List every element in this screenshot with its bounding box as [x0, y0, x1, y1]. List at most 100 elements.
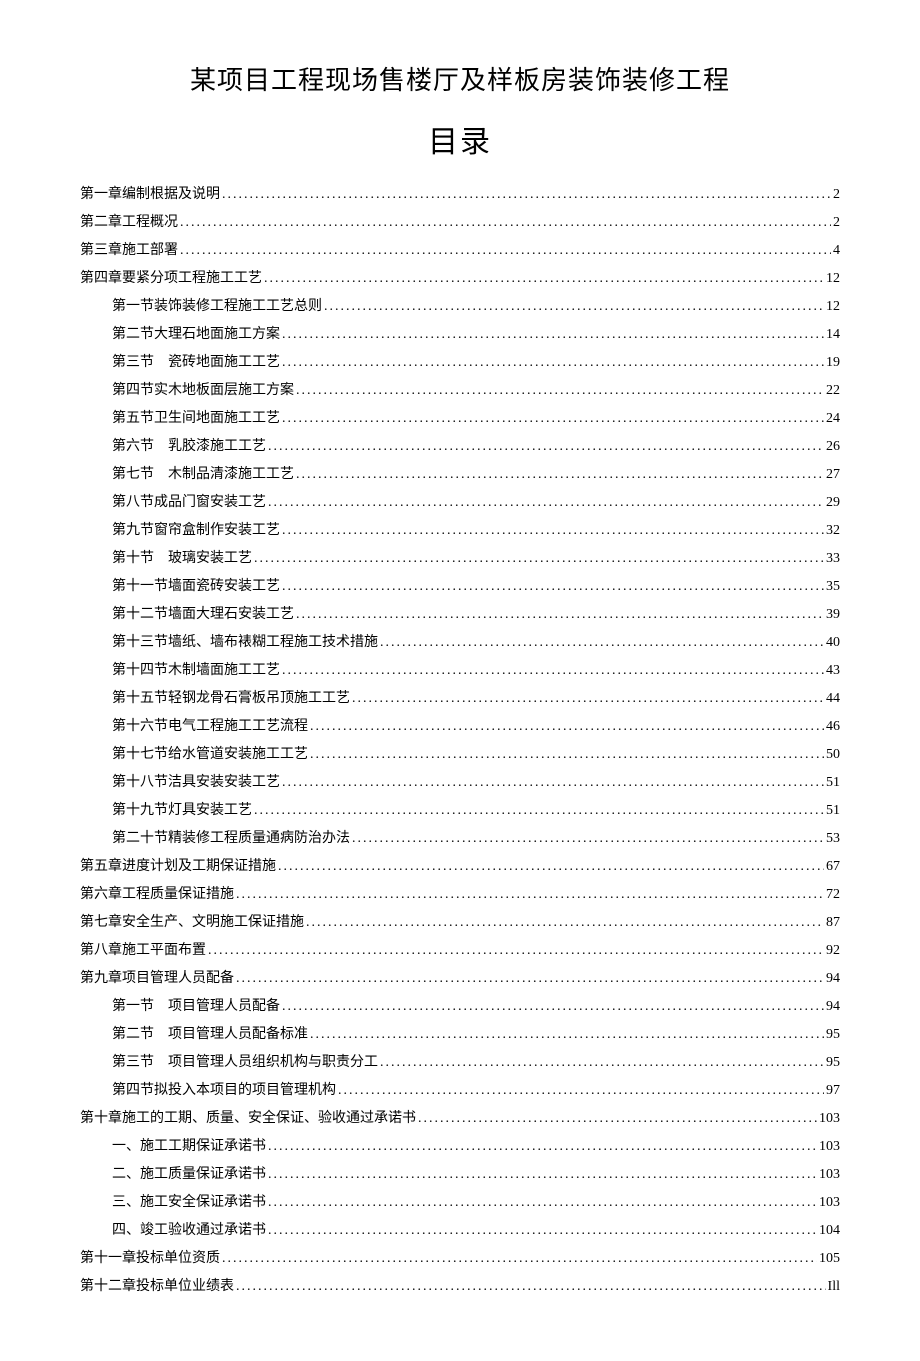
toc-entry[interactable]: 第十一章投标单位资质105	[80, 1245, 840, 1273]
toc-dot-leader	[268, 1189, 817, 1217]
toc-entry-page: 12	[826, 265, 840, 293]
toc-entry-page: 44	[826, 685, 840, 713]
toc-dot-leader	[296, 377, 824, 405]
toc-dot-leader	[278, 853, 824, 881]
toc-entry[interactable]: 一、施工工期保证承诺书103	[80, 1133, 840, 1161]
toc-entry-page: 103	[819, 1189, 840, 1217]
toc-entry[interactable]: 第四节实木地板面层施工方案22	[80, 377, 840, 405]
toc-entry-label: 第十一节墙面瓷砖安装工艺	[112, 573, 280, 601]
toc-entry[interactable]: 第十二章投标单位业绩表Ill	[80, 1273, 840, 1301]
toc-entry-label: 第一节装饰装修工程施工工艺总则	[112, 293, 322, 321]
toc-entry[interactable]: 第七章安全生产、文明施工保证措施 87	[80, 909, 840, 937]
toc-dot-leader	[380, 1049, 824, 1077]
toc-entry[interactable]: 第一节装饰装修工程施工工艺总则 12	[80, 293, 840, 321]
toc-entry-page: 35	[826, 573, 840, 601]
toc-entry[interactable]: 第一章编制根据及说明2	[80, 181, 840, 209]
toc-entry[interactable]: 第十七节给水管道安装施工工艺50	[80, 741, 840, 769]
toc-entry-label: 第三章施工部署	[80, 237, 178, 265]
toc-entry-page: 33	[826, 545, 840, 573]
toc-entry-label: 第八章施工平面布置	[80, 937, 206, 965]
toc-dot-leader	[310, 713, 824, 741]
toc-dot-leader	[296, 461, 824, 489]
toc-dot-leader	[306, 909, 824, 937]
toc-entry[interactable]: 第五章进度计划及工期保证措施67	[80, 853, 840, 881]
toc-dot-leader	[264, 265, 824, 293]
toc-entry[interactable]: 第八章施工平面布置92	[80, 937, 840, 965]
toc-dot-leader	[236, 965, 824, 993]
toc-entry-label: 第二节 项目管理人员配备标准	[112, 1021, 308, 1049]
toc-entry-page: 40	[826, 629, 840, 657]
toc-entry[interactable]: 第十九节灯具安装工艺 51	[80, 797, 840, 825]
toc-entry[interactable]: 四、竣工验收通过承诺书104	[80, 1217, 840, 1245]
toc-entry[interactable]: 第十章施工的工期、质量、安全保证、验收通过承诺书103	[80, 1105, 840, 1133]
toc-entry-label: 第十节 玻璃安装工艺	[112, 545, 252, 573]
toc-entry-page: 2	[833, 209, 840, 237]
toc-entry[interactable]: 第六章工程质量保证措施 72	[80, 881, 840, 909]
toc-entry[interactable]: 第三章施工部署 4	[80, 237, 840, 265]
toc-entry[interactable]: 第四节拟投入本项目的项目管理机构 97	[80, 1077, 840, 1105]
toc-entry-page: 12	[826, 293, 840, 321]
toc-dot-leader	[324, 293, 824, 321]
toc-entry-page: 72	[826, 881, 840, 909]
toc-dot-leader	[268, 1133, 817, 1161]
toc-entry-label: 第十三节墙纸、墙布裱糊工程施工技术措施	[112, 629, 378, 657]
toc-entry-label: 第七章安全生产、文明施工保证措施	[80, 909, 304, 937]
toc-entry-page: 95	[826, 1021, 840, 1049]
toc-entry-label: 一、施工工期保证承诺书	[112, 1133, 266, 1161]
toc-entry[interactable]: 第三节 瓷砖地面施工工艺19	[80, 349, 840, 377]
toc-entry-label: 第四节拟投入本项目的项目管理机构	[112, 1077, 336, 1105]
toc-entry-label: 第十二节墙面大理石安装工艺	[112, 601, 294, 629]
toc-entry-page: 4	[833, 237, 840, 265]
toc-entry[interactable]: 第九章项目管理人员配备94	[80, 965, 840, 993]
toc-entry[interactable]: 第七节 木制品清漆施工工艺27	[80, 461, 840, 489]
toc-dot-leader	[180, 209, 831, 237]
toc-entry[interactable]: 第三节 项目管理人员组织机构与职责分工 95	[80, 1049, 840, 1077]
toc-dot-leader	[222, 181, 831, 209]
toc-entry[interactable]: 第十二节墙面大理石安装工艺39	[80, 601, 840, 629]
toc-entry[interactable]: 第十三节墙纸、墙布裱糊工程施工技术措施 40	[80, 629, 840, 657]
toc-entry-page: 95	[826, 1049, 840, 1077]
toc-dot-leader	[268, 489, 824, 517]
toc-entry-page: 51	[826, 797, 840, 825]
toc-entry[interactable]: 第二节大理石地面施工方案14	[80, 321, 840, 349]
toc-dot-leader	[380, 629, 824, 657]
toc-dot-leader	[268, 1161, 817, 1189]
toc-entry-page: 43	[826, 657, 840, 685]
toc-entry-label: 第五节卫生间地面施工工艺	[112, 405, 280, 433]
toc-entry[interactable]: 第六节 乳胶漆施工工艺 26	[80, 433, 840, 461]
toc-dot-leader	[236, 881, 824, 909]
toc-entry[interactable]: 第二章工程概况2	[80, 209, 840, 237]
toc-entry-page: 51	[826, 769, 840, 797]
toc-entry[interactable]: 第二十节精装修工程质量通病防治办法53	[80, 825, 840, 853]
toc-entry[interactable]: 第十节 玻璃安装工艺 33	[80, 545, 840, 573]
toc-entry[interactable]: 第十五节轻钢龙骨石膏板吊顶施工工艺44	[80, 685, 840, 713]
document-title: 某项目工程现场售楼厅及样板房装饰装修工程	[80, 60, 840, 97]
toc-entry-label: 二、施工质量保证承诺书	[112, 1161, 266, 1189]
toc-entry-page: 26	[826, 433, 840, 461]
toc-entry[interactable]: 第十六节电气工程施工工艺流程46	[80, 713, 840, 741]
toc-entry[interactable]: 第十四节木制墙面施工工艺43	[80, 657, 840, 685]
toc-dot-leader	[222, 1245, 817, 1273]
toc-entry-label: 第六节 乳胶漆施工工艺	[112, 433, 266, 461]
toc-entry-page: 87	[826, 909, 840, 937]
toc-entry[interactable]: 第二节 项目管理人员配备标准 95	[80, 1021, 840, 1049]
toc-entry[interactable]: 第十八节洁具安装安装工艺51	[80, 769, 840, 797]
toc-entry[interactable]: 三、施工安全保证承诺书103	[80, 1189, 840, 1217]
toc-entry[interactable]: 第九节窗帘盒制作安装工艺32	[80, 517, 840, 545]
toc-dot-leader	[296, 601, 824, 629]
toc-entry-page: 97	[826, 1077, 840, 1105]
toc-entry[interactable]: 二、施工质量保证承诺书 103	[80, 1161, 840, 1189]
toc-entry[interactable]: 第一节 项目管理人员配备94	[80, 993, 840, 1021]
toc-list: 第一章编制根据及说明2第二章工程概况2第三章施工部署 4第四章要紧分项工程施工工艺…	[80, 181, 840, 1301]
toc-entry[interactable]: 第四章要紧分项工程施工工艺12	[80, 265, 840, 293]
toc-entry-label: 第六章工程质量保证措施	[80, 881, 234, 909]
toc-entry-page: 103	[819, 1161, 840, 1189]
toc-entry-label: 第十七节给水管道安装施工工艺	[112, 741, 308, 769]
toc-entry-label: 第十九节灯具安装工艺	[112, 797, 252, 825]
toc-entry-label: 第八节成品门窗安装工艺	[112, 489, 266, 517]
toc-entry-label: 第三节 项目管理人员组织机构与职责分工	[112, 1049, 378, 1077]
toc-entry[interactable]: 第五节卫生间地面施工工艺24	[80, 405, 840, 433]
toc-entry[interactable]: 第十一节墙面瓷砖安装工艺 35	[80, 573, 840, 601]
toc-entry-label: 第十二章投标单位业绩表	[80, 1273, 234, 1301]
toc-entry[interactable]: 第八节成品门窗安装工艺29	[80, 489, 840, 517]
